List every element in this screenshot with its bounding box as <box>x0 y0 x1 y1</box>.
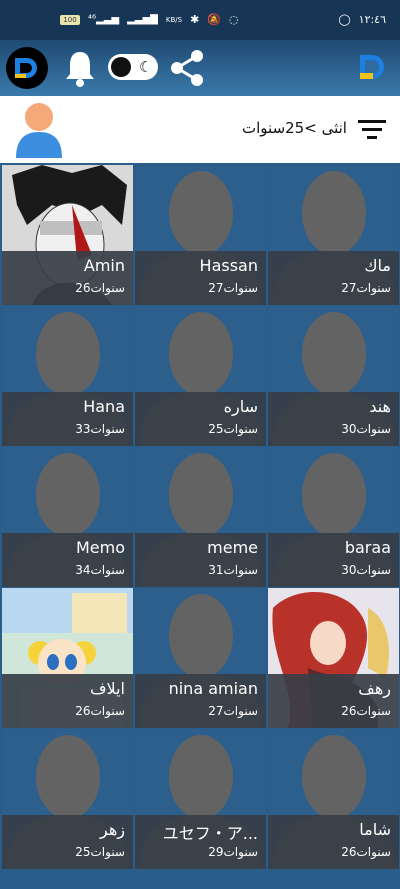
filter-summary[interactable]: انثى >25سنوات <box>242 119 347 137</box>
nfc-icon: ◌ <box>228 13 239 26</box>
profile-caption: nina amian 27سنوات <box>135 674 266 728</box>
profile-name: ماك <box>364 256 391 275</box>
profile-caption: Hana 33سنوات <box>2 392 133 446</box>
profile-caption: ساره 25سنوات <box>135 392 266 446</box>
profile-caption: ユセフ・ア... 29سنوات <box>135 815 266 869</box>
brand-logo-icon[interactable] <box>356 52 388 86</box>
profile-card[interactable]: هند 30سنوات <box>268 306 399 446</box>
profile-card[interactable]: Amin 26سنوات <box>2 165 133 305</box>
night-mode-toggle[interactable]: ☾ <box>108 54 158 80</box>
profile-name: Hana <box>83 397 125 416</box>
profile-card[interactable]: ماك 27سنوات <box>268 165 399 305</box>
profile-grid: ماك 27سنوات Hassan 27سنوات Amin 26سنوات هند 30س… <box>0 163 400 889</box>
profile-name: Memo <box>75 538 125 557</box>
profile-name: nina amian <box>168 679 258 698</box>
profile-caption: Amin 26سنوات <box>2 251 133 305</box>
profile-name: baraa <box>344 538 391 557</box>
profile-age: 26سنوات <box>341 845 391 859</box>
profile-card[interactable]: nina amian 27سنوات <box>135 588 266 728</box>
profile-caption: هند 30سنوات <box>268 392 399 446</box>
signal-icon-2: ▂▃▅▇ <box>127 14 158 25</box>
profile-age: 25سنوات <box>75 845 125 859</box>
profile-age: 26سنوات <box>75 281 125 295</box>
profile-caption: زهر 25سنوات <box>2 815 133 869</box>
user-avatar[interactable] <box>14 100 64 164</box>
profile-name: رهف <box>358 679 391 698</box>
profile-name: meme <box>207 538 258 557</box>
profile-caption: meme 31سنوات <box>135 533 266 587</box>
profile-age: 26سنوات <box>75 704 125 718</box>
status-icons-left: 100 ⁴⁶▂▃▅ ▂▃▅▇ KB/S ✱ 🔕 ◌ <box>60 13 239 26</box>
app-logo-icon[interactable] <box>6 47 48 89</box>
profile-age: 34سنوات <box>75 563 125 577</box>
profile-age: 25سنوات <box>208 422 258 436</box>
signal-icon: ⁴⁶▂▃▅ <box>88 14 120 25</box>
mute-icon: 🔕 <box>207 13 221 26</box>
profile-caption: Hassan 27سنوات <box>135 251 266 305</box>
moon-icon: ☾ <box>139 58 153 76</box>
profile-name: Amin <box>83 256 125 275</box>
profile-caption: شاما 26سنوات <box>268 815 399 869</box>
profile-name: زهر <box>100 820 125 839</box>
status-bar: 100 ⁴⁶▂▃▅ ▂▃▅▇ KB/S ✱ 🔕 ◌ ◯ ١٢:٤٦ <box>0 0 400 40</box>
profile-caption: Memo 34سنوات <box>2 533 133 587</box>
profile-caption: ايلاف 26سنوات <box>2 674 133 728</box>
profile-name: ユセフ・ア... <box>162 824 258 843</box>
profile-card[interactable]: شاما 26سنوات <box>268 729 399 869</box>
profile-name: ايلاف <box>89 679 125 698</box>
net-speed-label: KB/S <box>165 15 183 24</box>
profile-age: 29سنوات <box>208 845 258 859</box>
profile-age: 27سنوات <box>341 281 391 295</box>
toggle-knob <box>111 57 131 77</box>
profile-caption: رهف 26سنوات <box>268 674 399 728</box>
profile-card[interactable]: baraa 30سنوات <box>268 447 399 587</box>
clock: ١٢:٤٦ <box>358 13 386 26</box>
profile-card[interactable]: ساره 25سنوات <box>135 306 266 446</box>
share-icon[interactable] <box>166 47 208 93</box>
whatsapp-icon: ◯ <box>338 13 351 26</box>
profile-card[interactable]: رهف 26سنوات <box>268 588 399 728</box>
profile-name: هند <box>369 397 391 416</box>
profile-name: ساره <box>223 397 258 416</box>
status-icons-right: ◯ ١٢:٤٦ <box>338 13 386 26</box>
bell-icon[interactable] <box>63 48 97 92</box>
profile-age: 30سنوات <box>341 563 391 577</box>
profile-name: شاما <box>359 820 391 839</box>
battery-icon: 100 <box>60 14 80 25</box>
profile-age: 27سنوات <box>208 281 258 295</box>
profile-card[interactable]: Hassan 27سنوات <box>135 165 266 305</box>
app-logo-glyph <box>15 58 37 78</box>
profile-caption: ماك 27سنوات <box>268 251 399 305</box>
filter-lines-icon[interactable] <box>358 118 386 144</box>
profile-card[interactable]: Hana 33سنوات <box>2 306 133 446</box>
profile-age: 30سنوات <box>341 422 391 436</box>
profile-age: 26سنوات <box>341 704 391 718</box>
profile-card[interactable]: ايلاف 26سنوات <box>2 588 133 728</box>
profile-caption: baraa 30سنوات <box>268 533 399 587</box>
profile-name: Hassan <box>199 256 258 275</box>
profile-age: 33سنوات <box>75 422 125 436</box>
profile-card[interactable]: Memo 34سنوات <box>2 447 133 587</box>
profile-age: 31سنوات <box>208 563 258 577</box>
profile-card[interactable]: ユセフ・ア... 29سنوات <box>135 729 266 869</box>
profile-card[interactable]: meme 31سنوات <box>135 447 266 587</box>
profile-card[interactable]: زهر 25سنوات <box>2 729 133 869</box>
profile-age: 27سنوات <box>208 704 258 718</box>
bluetooth-icon: ✱ <box>190 13 200 26</box>
